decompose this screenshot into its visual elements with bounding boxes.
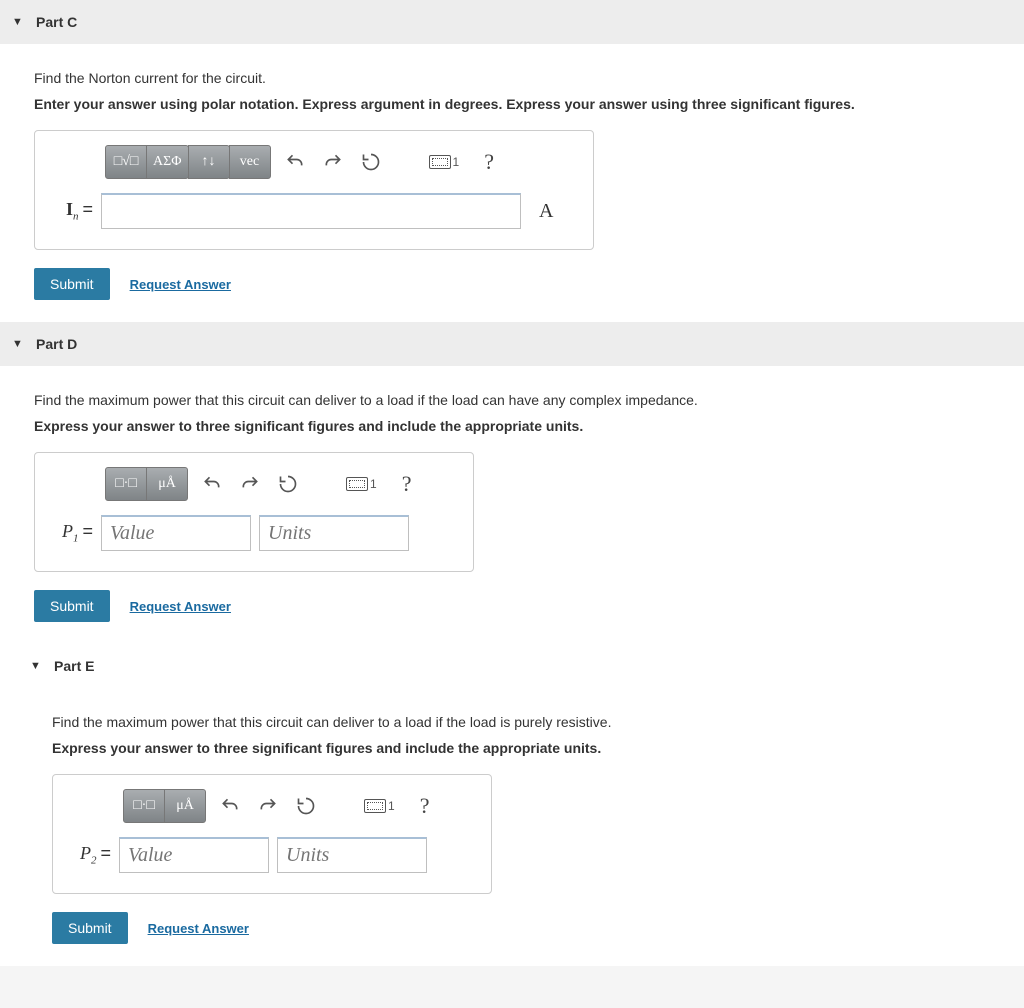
part-c-instruction: Enter your answer using polar notation. … (34, 96, 990, 112)
part-d-body: Find the maximum power that this circuit… (0, 366, 1024, 644)
part-e-input-row: P2= (69, 837, 475, 873)
units-template-button[interactable]: □·□ (123, 789, 165, 823)
keyboard-icon (429, 155, 451, 169)
reset-button[interactable] (357, 148, 385, 176)
part-d-title: Part D (36, 336, 77, 352)
part-e-value-input[interactable] (119, 837, 269, 873)
part-e-instruction: Express your answer to three significant… (52, 740, 990, 756)
part-c-unit: A (529, 200, 553, 223)
part-c-variable: In= (51, 199, 93, 223)
part-d-toolbar: □·□ μÅ 1 ? (105, 467, 457, 501)
help-button[interactable]: ? (393, 470, 421, 498)
caret-down-icon: ▼ (30, 660, 44, 672)
part-d-header[interactable]: ▼ Part D (0, 322, 1024, 366)
units-ring-button[interactable]: μÅ (146, 467, 188, 501)
part-c-submit-button[interactable]: Submit (34, 268, 110, 300)
part-c-title: Part C (36, 14, 77, 30)
keyboard-button[interactable]: 1 (340, 470, 383, 498)
undo-button[interactable] (281, 148, 309, 176)
part-e-title: Part E (54, 658, 94, 674)
part-d-variable: P1= (51, 521, 93, 545)
part-e-units-input[interactable] (277, 837, 427, 873)
help-button[interactable]: ? (411, 792, 439, 820)
undo-button[interactable] (198, 470, 226, 498)
keyboard-icon (364, 799, 386, 813)
part-e-body: Find the maximum power that this circuit… (0, 688, 1024, 966)
part-e-header[interactable]: ▼ Part E (0, 644, 1024, 688)
part-e-answer-box: □·□ μÅ 1 ? P2= (52, 774, 492, 894)
part-c-actions: Submit Request Answer (34, 268, 990, 300)
part-d-value-input[interactable] (101, 515, 251, 551)
part-c-header[interactable]: ▼ Part C (0, 0, 1024, 44)
reset-button[interactable] (274, 470, 302, 498)
units-template-button[interactable]: □·□ (105, 467, 147, 501)
part-d-request-answer-link[interactable]: Request Answer (130, 599, 231, 614)
part-c-input-row: In= A (51, 193, 577, 229)
part-d-answer-box: □·□ μÅ 1 ? P1= (34, 452, 474, 572)
part-c-toolbar: □√□ ΑΣΦ ↑↓ vec 1 ? (105, 145, 577, 179)
redo-button[interactable] (254, 792, 282, 820)
part-e-submit-button[interactable]: Submit (52, 912, 128, 944)
part-d-actions: Submit Request Answer (34, 590, 990, 622)
part-c-question: Find the Norton current for the circuit. (34, 70, 990, 86)
part-e-actions: Submit Request Answer (52, 912, 990, 944)
part-d-submit-button[interactable]: Submit (34, 590, 110, 622)
help-button[interactable]: ? (475, 148, 503, 176)
redo-button[interactable] (236, 470, 264, 498)
redo-button[interactable] (319, 148, 347, 176)
templates-button[interactable]: □√□ (105, 145, 147, 179)
units-ring-button[interactable]: μÅ (164, 789, 206, 823)
part-e-variable: P2= (69, 843, 111, 867)
reset-button[interactable] (292, 792, 320, 820)
toolbar-unit-group: □·□ μÅ (105, 467, 188, 501)
part-d-input-row: P1= (51, 515, 457, 551)
toolbar-unit-group: □·□ μÅ (123, 789, 206, 823)
caret-down-icon: ▼ (12, 338, 26, 350)
keyboard-button[interactable]: 1 (423, 148, 466, 176)
part-e-request-answer-link[interactable]: Request Answer (148, 921, 249, 936)
part-c-answer-input[interactable] (101, 193, 521, 229)
keyboard-icon (346, 477, 368, 491)
part-d-instruction: Express your answer to three significant… (34, 418, 990, 434)
part-e-question: Find the maximum power that this circuit… (52, 714, 990, 730)
arrows-button[interactable]: ↑↓ (188, 145, 230, 179)
part-c-request-answer-link[interactable]: Request Answer (130, 277, 231, 292)
undo-button[interactable] (216, 792, 244, 820)
keyboard-button[interactable]: 1 (358, 792, 401, 820)
part-d-units-input[interactable] (259, 515, 409, 551)
vec-button[interactable]: vec (229, 145, 271, 179)
part-c-answer-box: □√□ ΑΣΦ ↑↓ vec 1 ? In= (34, 130, 594, 250)
part-c-body: Find the Norton current for the circuit.… (0, 44, 1024, 322)
part-e-toolbar: □·□ μÅ 1 ? (123, 789, 475, 823)
greek-button[interactable]: ΑΣΦ (146, 145, 189, 179)
part-d-question: Find the maximum power that this circuit… (34, 392, 990, 408)
toolbar-formatting-group: □√□ ΑΣΦ ↑↓ vec (105, 145, 271, 179)
caret-down-icon: ▼ (12, 16, 26, 28)
